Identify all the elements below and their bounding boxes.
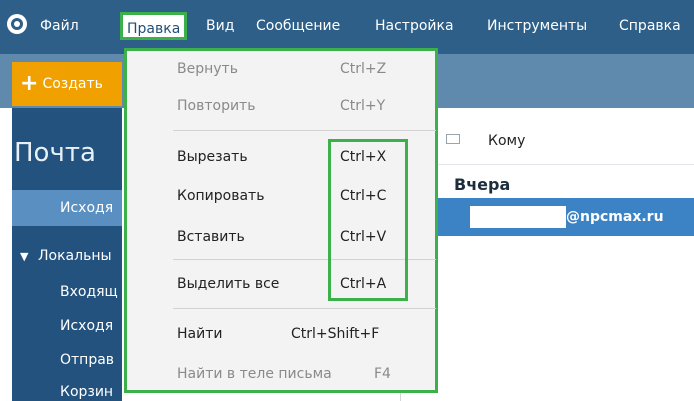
menubar [0, 0, 694, 54]
menu-help[interactable]: Справка [619, 17, 681, 35]
sidebar-item-outbox[interactable]: Исходя [60, 200, 113, 216]
menu-view[interactable]: Вид [206, 17, 234, 35]
sidebar-item-inbox[interactable]: Входящ [60, 284, 118, 300]
shortcut-redo: Ctrl+Y [340, 98, 386, 114]
sidebar-item-trash[interactable]: Корзин [60, 384, 113, 400]
envelope-icon[interactable] [446, 134, 460, 144]
menu-item-find[interactable]: Найти [177, 326, 222, 342]
sidebar-item-outbox-local[interactable]: Исходя [60, 318, 113, 334]
menu-item-select-all[interactable]: Выделить все [177, 276, 279, 292]
menu-item-paste[interactable]: Вставить [177, 229, 245, 245]
plus-icon: + [20, 71, 39, 96]
sidebar-item-sent[interactable]: Отправ [60, 352, 114, 368]
menu-message[interactable]: Сообщение [256, 17, 340, 35]
menu-tools[interactable]: Инструменты [487, 17, 587, 35]
app-logo-icon[interactable] [7, 14, 27, 34]
menu-separator [173, 308, 436, 309]
shortcut-highlight-box [328, 139, 408, 301]
menu-settings[interactable]: Настройка [375, 17, 454, 35]
date-group-header: Вчера [454, 175, 511, 194]
menu-edit[interactable]: Правка [120, 12, 188, 40]
menu-item-redo[interactable]: Повторить [177, 98, 255, 114]
create-label: Создать [42, 76, 103, 92]
chevron-down-icon[interactable]: ▼ [20, 250, 28, 263]
menu-separator [173, 130, 436, 131]
menu-item-copy[interactable]: Копировать [177, 188, 264, 204]
menu-item-cut[interactable]: Вырезать [177, 149, 248, 165]
recipient-domain: @npcmax.ru [566, 209, 664, 225]
column-header [400, 124, 694, 165]
menu-item-find-in-body[interactable]: Найти в теле письма [177, 366, 332, 382]
shortcut-find: Ctrl+Shift+F [291, 326, 380, 342]
sidebar-item-local[interactable]: Локальны [38, 248, 112, 264]
shortcut-undo: Ctrl+Z [340, 61, 387, 77]
create-button[interactable]: + Создать [12, 62, 122, 106]
redacted-address [470, 206, 566, 228]
menu-file[interactable]: Файл [40, 17, 79, 35]
shortcut-find-in-body: F4 [374, 366, 391, 382]
column-to[interactable]: Кому [488, 133, 525, 149]
menu-item-undo[interactable]: Вернуть [177, 61, 238, 77]
sidebar-title: Почта [14, 138, 96, 168]
